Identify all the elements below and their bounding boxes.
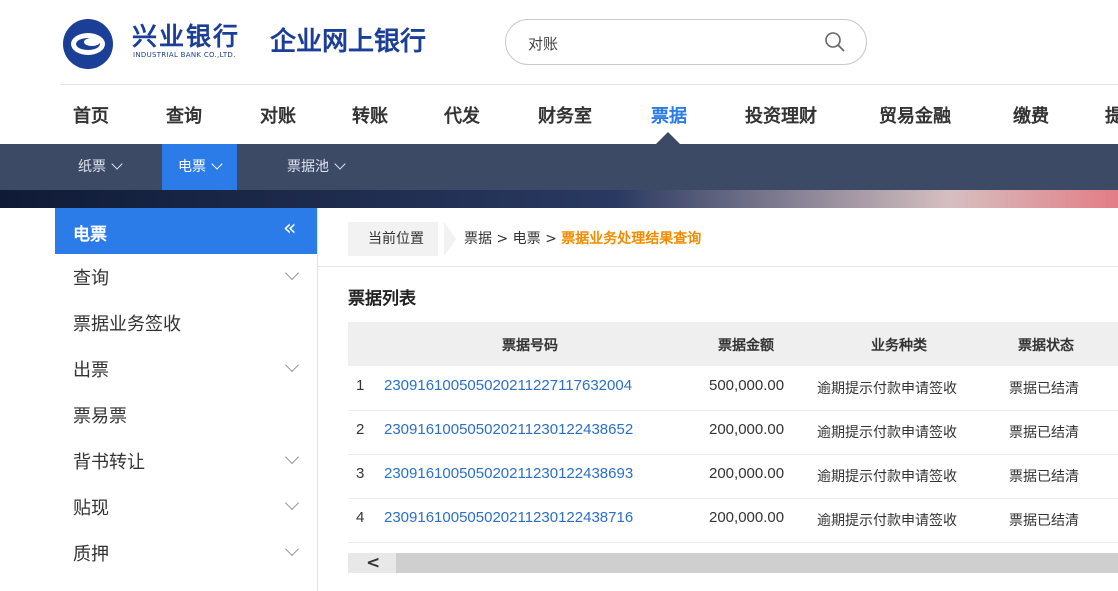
chevron-down-icon	[284, 265, 300, 281]
subnav-label: 纸票	[78, 159, 106, 175]
breadcrumb-prefix[interactable]: 票据 > 电票 >	[464, 231, 561, 247]
column-header-status: 票据状态	[1018, 338, 1074, 354]
table-row: 3 230916100505020211230122438693 200,000…	[348, 454, 1118, 499]
bill-number-link[interactable]: 230916100505020211230122438652	[384, 421, 633, 438]
nav-item-investment[interactable]: 投资理财	[745, 102, 817, 128]
row-index: 4	[356, 509, 365, 526]
list-title: 票据列表	[348, 289, 416, 309]
sidebar: 电票 « 查询 票据业务签收 出票 票易票 背书转让 贴现 质押	[55, 208, 318, 591]
bank-name-english: INDUSTRIAL BANK CO.,LTD.	[133, 51, 236, 59]
bill-status: 票据已结清	[1009, 469, 1079, 485]
sidebar-item-label: 贴现	[73, 498, 109, 519]
chevron-down-icon	[284, 495, 300, 511]
sidebar-item-label: 票据业务签收	[73, 314, 181, 335]
sidebar-item-endorse[interactable]: 背书转让	[55, 438, 317, 484]
nav-item-more[interactable]: 提	[1105, 102, 1118, 128]
sidebar-item-label: 票易票	[73, 406, 127, 427]
sidebar-item-pledge[interactable]: 质押	[55, 530, 317, 576]
nav-item-query[interactable]: 查询	[166, 102, 202, 128]
bill-amount: 200,000.00	[709, 421, 785, 438]
main-nav: 首页 查询 对账 转账 代发 财务室 票据 投资理财 贸易金融 缴费 提	[0, 86, 1118, 144]
row-index: 3	[356, 465, 365, 482]
sidebar-item-bill-swap[interactable]: 票易票	[55, 392, 317, 438]
table-header: 票据号码 票据金额 业务种类 票据状态	[348, 322, 1118, 366]
chevron-down-icon	[334, 158, 346, 170]
nav-item-bills[interactable]: 票据	[651, 102, 687, 128]
sidebar-item-bill-sign[interactable]: 票据业务签收	[55, 300, 317, 346]
sidebar-title: 电票	[73, 225, 107, 245]
bill-amount: 200,000.00	[709, 465, 785, 482]
chevron-down-icon	[284, 357, 300, 373]
sub-nav: 纸票 电票 票据池	[0, 144, 1118, 190]
nav-item-home[interactable]: 首页	[73, 102, 109, 128]
chevron-down-icon	[211, 158, 223, 170]
sidebar-item-discount[interactable]: 贴现	[55, 484, 317, 530]
service-name: 企业网上银行	[270, 27, 427, 57]
subnav-paper-bill[interactable]: 纸票	[62, 144, 137, 190]
sidebar-item-label: 出票	[73, 360, 109, 381]
sidebar-item-query[interactable]: 查询	[55, 254, 317, 300]
sidebar-item-label: 背书转让	[73, 452, 145, 473]
column-header-type: 业务种类	[871, 338, 927, 354]
bill-number-link[interactable]: 230916100505020211230122438716	[384, 509, 633, 526]
nav-item-reconcile[interactable]: 对账	[260, 102, 296, 128]
table-row: 2 230916100505020211230122438652 200,000…	[348, 410, 1118, 455]
table-row: 4 230916100505020211230122438716 200,000…	[348, 498, 1118, 543]
breadcrumb-path: 票据 > 电票 > 票据业务处理结果查询	[464, 222, 701, 256]
bill-status: 票据已结清	[1009, 513, 1079, 529]
sidebar-item-label: 查询	[73, 268, 109, 289]
business-type: 逾期提示付款申请签收	[817, 469, 957, 485]
bill-number-link[interactable]: 230916100505020211227117632004	[384, 377, 632, 394]
chevron-left-icon: <	[366, 553, 381, 573]
sidebar-item-label: 质押	[73, 544, 109, 565]
header: 兴业银行 INDUSTRIAL BANK CO.,LTD. 企业网上银行 对账	[0, 0, 1118, 86]
search-input-value[interactable]: 对账	[528, 33, 558, 54]
business-type: 逾期提示付款申请签收	[817, 425, 957, 441]
table-row: 1 230916100505020211227117632004 500,000…	[348, 366, 1118, 411]
scroll-left-button[interactable]: <	[348, 553, 396, 573]
search-icon[interactable]	[824, 31, 846, 53]
breadcrumb-divider	[318, 266, 1118, 267]
decorative-banner	[0, 190, 1118, 208]
horizontal-scrollbar[interactable]: <	[348, 553, 1118, 573]
breadcrumb-arrow	[444, 222, 456, 256]
active-nav-caret	[656, 132, 680, 144]
bill-number-link[interactable]: 230916100505020211230122438693	[384, 465, 633, 482]
row-index: 2	[356, 421, 365, 438]
bill-status: 票据已结清	[1009, 381, 1079, 397]
chevron-down-icon	[111, 158, 123, 170]
header-divider	[60, 84, 1118, 85]
bill-amount: 500,000.00	[709, 377, 785, 394]
chevron-down-icon	[284, 541, 300, 557]
subnav-label: 电票	[178, 159, 206, 175]
breadcrumb-current-label: 当前位置	[348, 222, 438, 256]
subnav-electronic-bill[interactable]: 电票	[162, 144, 237, 190]
collapse-icon[interactable]: «	[283, 216, 296, 241]
bank-logo-icon[interactable]	[62, 18, 114, 70]
subnav-bill-pool[interactable]: 票据池	[271, 144, 360, 190]
bill-status: 票据已结清	[1009, 425, 1079, 441]
bill-amount: 200,000.00	[709, 509, 785, 526]
nav-item-transfer[interactable]: 转账	[352, 102, 388, 128]
business-type: 逾期提示付款申请签收	[817, 381, 957, 397]
chevron-down-icon	[284, 449, 300, 465]
breadcrumb-page: 票据业务处理结果查询	[561, 231, 702, 247]
sidebar-header: 电票 «	[55, 208, 317, 254]
nav-item-payroll[interactable]: 代发	[444, 102, 480, 128]
subnav-label: 票据池	[287, 159, 329, 175]
column-header-amount: 票据金额	[718, 338, 774, 354]
business-type: 逾期提示付款申请签收	[817, 513, 957, 529]
row-index: 1	[356, 377, 365, 394]
nav-item-finance[interactable]: 财务室	[538, 102, 592, 128]
nav-item-trade[interactable]: 贸易金融	[879, 102, 951, 128]
column-header-number: 票据号码	[502, 338, 558, 354]
search-input[interactable]: 对账	[505, 19, 867, 65]
sidebar-item-issue[interactable]: 出票	[55, 346, 317, 392]
bank-name: 兴业银行	[132, 22, 241, 51]
nav-item-payment[interactable]: 缴费	[1013, 102, 1049, 128]
main-content: 当前位置 票据 > 电票 > 票据业务处理结果查询 票据列表 票据号码 票据金额…	[318, 208, 1118, 591]
